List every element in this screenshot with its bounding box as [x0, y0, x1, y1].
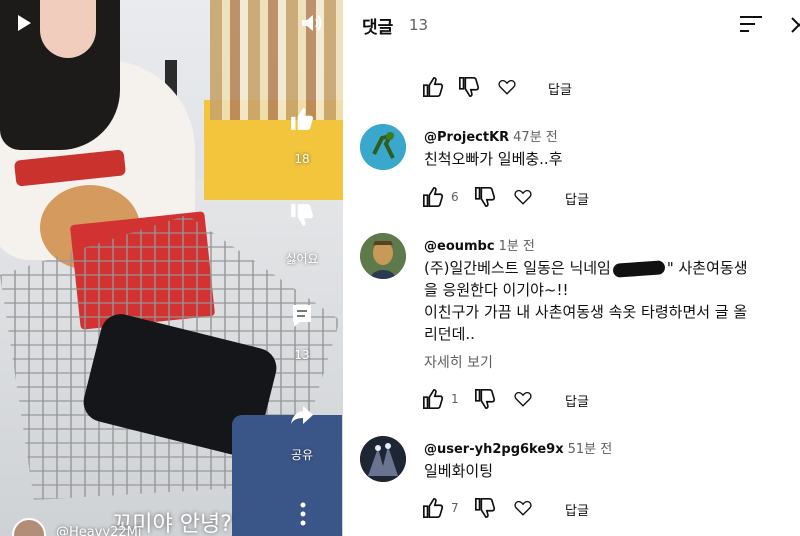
- comment-count: 13: [294, 348, 310, 362]
- comment-line: 일베화이팅: [424, 462, 494, 480]
- avatar[interactable]: [360, 124, 406, 170]
- sort-button[interactable]: [739, 14, 763, 38]
- dislike-comment-button[interactable]: [474, 186, 496, 212]
- close-icon: [791, 17, 800, 33]
- thumbs-up-icon: [423, 498, 444, 518]
- play-icon: [18, 15, 31, 31]
- comments-button[interactable]: [290, 303, 314, 329]
- like-comment-button[interactable]: [422, 76, 444, 102]
- person-face: [40, 0, 96, 58]
- comments-title: 댓글: [362, 18, 394, 38]
- close-button[interactable]: [791, 16, 800, 38]
- comment-actions: 1 답글: [422, 388, 722, 412]
- comment-line: 친척오빠가 일베충..후: [424, 150, 563, 168]
- sort-icon: [740, 16, 762, 32]
- volume-button[interactable]: [300, 12, 324, 34]
- comment-item: @user-yh2pg6ke9x 51분 전 일베화이팅 7 답글: [343, 436, 800, 526]
- dislike-label: 싫어요: [285, 252, 319, 266]
- comment-text: (주)일간베스트 일동은 닉네임 " 사촌여동생 을 응원한다 이기야~!! 이친…: [424, 257, 794, 345]
- comment-actions: 6 답글: [422, 186, 722, 210]
- comment-line: 리던데..: [424, 325, 475, 343]
- like-comment-button[interactable]: [422, 497, 444, 523]
- comment-time: 47분 전: [513, 130, 558, 145]
- share-label: 공유: [290, 448, 314, 462]
- dislike-button[interactable]: [289, 202, 315, 228]
- heart-icon: [498, 79, 516, 95]
- comment-handle[interactable]: @ProjectKR: [424, 130, 509, 145]
- heart-icon: [514, 391, 532, 407]
- comment-text: 친척오빠가 일베충..후: [424, 148, 794, 170]
- heart-button[interactable]: [514, 188, 532, 210]
- promo-sign: [232, 415, 342, 536]
- thumbs-up-icon: [291, 108, 313, 130]
- shorts-video-player[interactable]: 18 싫어요 13 공유 꼬미야 안녕? @Heavy22Mi: [0, 0, 343, 536]
- avatar[interactable]: [360, 436, 406, 482]
- reply-button[interactable]: 답글: [565, 189, 589, 208]
- dislike-comment-button[interactable]: [474, 388, 496, 414]
- comment-line: (주)일간베스트 일동은 닉네임 " 사촌여동생: [424, 257, 794, 279]
- comment-line-part: (주)일간베스트 일동은 닉네임: [424, 259, 611, 277]
- comment-handle[interactable]: @user-yh2pg6ke9x: [424, 442, 564, 457]
- like-comment-button[interactable]: [422, 388, 444, 414]
- heart-button[interactable]: [514, 390, 532, 412]
- portrait-avatar-image: [360, 233, 406, 279]
- comment-handle[interactable]: @eoumbc: [424, 239, 495, 254]
- more-dots-icon: [300, 502, 306, 526]
- comment-line: 이친구가 가끔 내 사촌여동생 속옷 타령하면서 글 올: [424, 303, 748, 321]
- thumbs-down-icon: [475, 498, 496, 518]
- thumbs-up-icon: [423, 77, 444, 97]
- comment-author[interactable]: @user-yh2pg6ke9x 51분 전: [424, 438, 612, 457]
- comments-panel: 댓글 13 답글 @ProjectKR 47분 전 친척오빠가 일베충..후 6…: [343, 0, 800, 536]
- redaction-scribble: [612, 259, 666, 278]
- comment-author[interactable]: @eoumbc 1분 전: [424, 235, 535, 254]
- comment-author[interactable]: @ProjectKR 47분 전: [424, 126, 558, 145]
- more-options-button[interactable]: [296, 500, 310, 530]
- dislike-comment-button[interactable]: [458, 76, 480, 102]
- thumbs-up-icon: [423, 187, 444, 207]
- like-count: 18: [294, 152, 310, 166]
- avatar[interactable]: [360, 233, 406, 279]
- comments-count: 13: [409, 16, 429, 34]
- comment-like-count: 6: [451, 190, 459, 204]
- thumbs-up-icon: [423, 389, 444, 409]
- like-comment-button[interactable]: [422, 186, 444, 212]
- thumbs-down-icon: [475, 187, 496, 207]
- play-button[interactable]: [16, 14, 32, 32]
- dislike-comment-button[interactable]: [474, 497, 496, 523]
- thumbs-down-icon: [475, 389, 496, 409]
- reply-button[interactable]: 답글: [565, 500, 589, 519]
- thumbs-down-icon: [459, 77, 480, 97]
- thumbs-down-icon: [291, 204, 313, 226]
- heart-button[interactable]: [498, 78, 516, 100]
- heart-icon: [514, 500, 532, 516]
- channel-name[interactable]: @Heavy22Mi: [56, 525, 142, 536]
- share-button[interactable]: [290, 403, 314, 427]
- comment-time: 51분 전: [567, 442, 613, 457]
- comment-like-count: 1: [451, 392, 459, 406]
- read-more-link[interactable]: 자세히 보기: [424, 352, 493, 372]
- comment-icon: [293, 305, 311, 327]
- comment-like-count: 7: [451, 501, 459, 515]
- comment-text: 일베화이팅: [424, 460, 794, 482]
- mantis-avatar-image: [360, 124, 406, 170]
- speaker-icon: [302, 15, 322, 31]
- comment-actions: 7 답글: [422, 497, 722, 521]
- heart-button[interactable]: [514, 499, 532, 521]
- comment-item: @eoumbc 1분 전 (주)일간베스트 일동은 닉네임 " 사촌여동생 을 응원…: [343, 233, 800, 413]
- share-arrow-icon: [291, 406, 313, 424]
- comment-actions: 답글: [422, 76, 722, 100]
- comment-time: 1분 전: [498, 239, 535, 254]
- comment-item: @ProjectKR 47분 전 친척오빠가 일베충..후 6 답글: [343, 124, 800, 214]
- reply-button[interactable]: 답글: [565, 391, 589, 410]
- comments-header: 댓글 13: [343, 0, 800, 52]
- comment-line-part: " 사촌여동생: [666, 259, 748, 277]
- concert-avatar-image: [360, 436, 406, 482]
- heart-icon: [514, 189, 532, 205]
- comment-line: 을 응원한다 이기야~!!: [424, 281, 569, 299]
- reply-button[interactable]: 답글: [548, 79, 572, 98]
- like-button[interactable]: [289, 106, 315, 132]
